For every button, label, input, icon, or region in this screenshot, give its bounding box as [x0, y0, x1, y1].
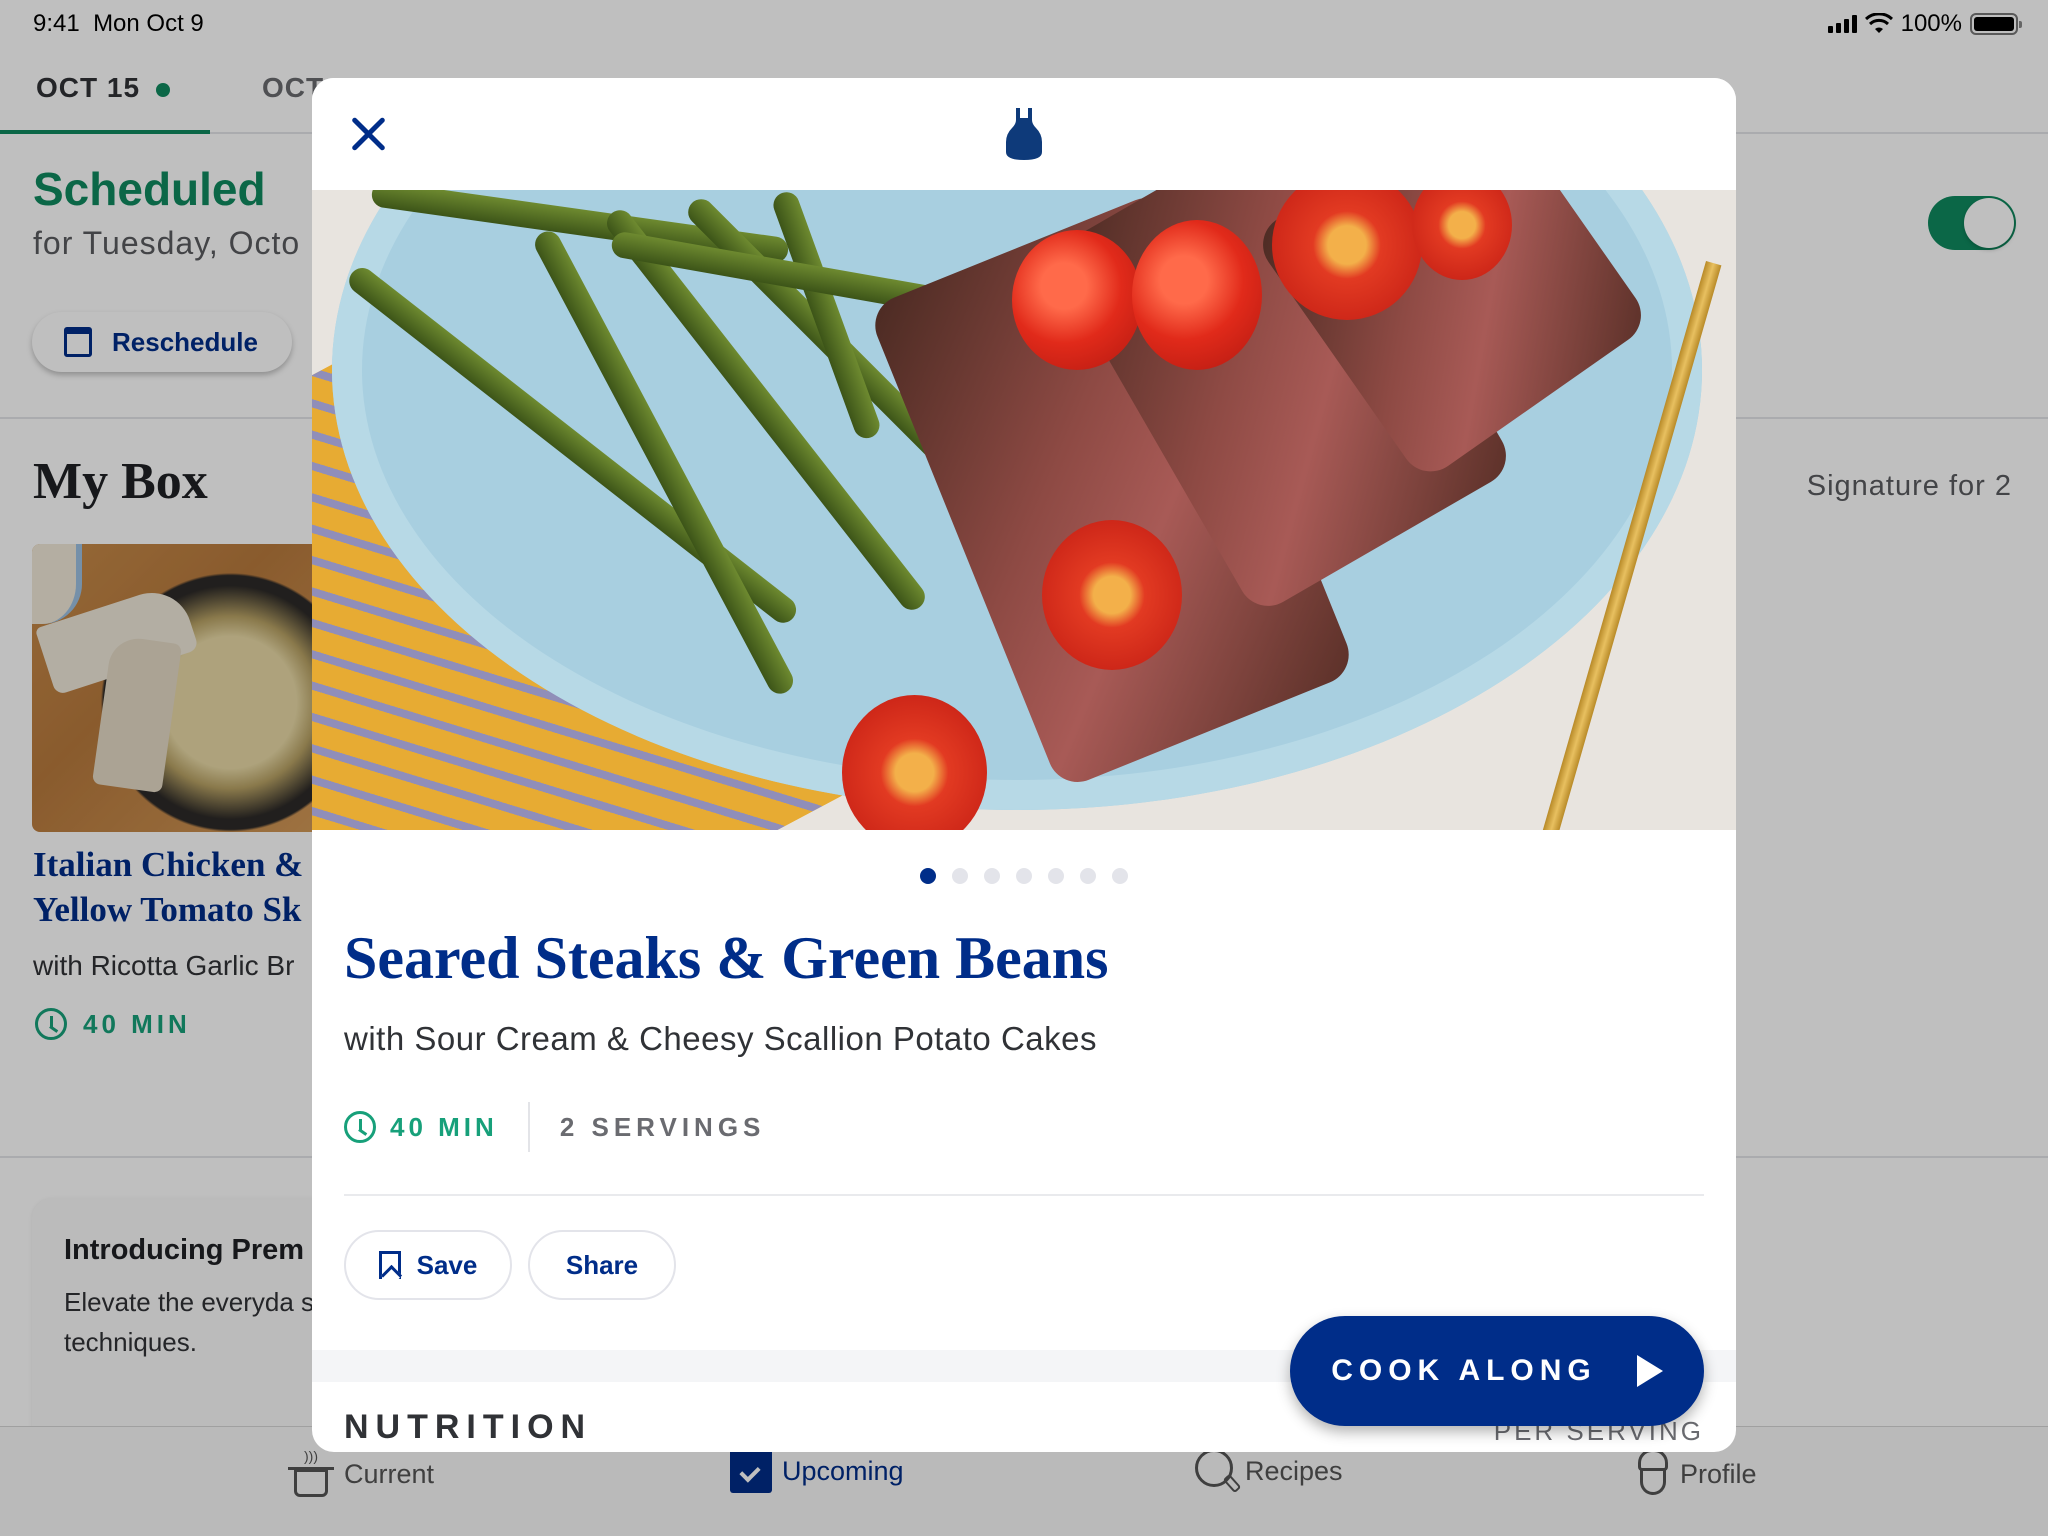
recipe-time: 40 MIN [344, 1102, 530, 1152]
nutrition-heading: NUTRITION [344, 1408, 593, 1446]
share-button[interactable]: Share [528, 1230, 676, 1300]
save-button[interactable]: Save [344, 1230, 512, 1300]
carousel-dot[interactable] [952, 868, 968, 884]
close-icon[interactable] [348, 114, 388, 154]
recipe-title: Seared Steaks & Green Beans [344, 925, 1109, 991]
carousel-dot[interactable] [1048, 868, 1064, 884]
image-tomato [1132, 220, 1262, 370]
image-tomato [1012, 230, 1142, 370]
carousel-dot[interactable] [1080, 868, 1096, 884]
carousel-dot[interactable] [1016, 868, 1032, 884]
recipe-subtitle: with Sour Cream & Cheesy Scallion Potato… [344, 1020, 1097, 1057]
apron-logo [1006, 108, 1042, 160]
play-icon [1636, 1355, 1663, 1387]
modal-header [312, 78, 1736, 190]
recipe-modal: Seared Steaks & Green Beans with Sour Cr… [312, 78, 1736, 1452]
image-tomato [1042, 520, 1182, 670]
cook-along-button[interactable]: COOK ALONG [1290, 1316, 1704, 1426]
recipe-hero-image[interactable] [312, 190, 1736, 830]
carousel-dot[interactable] [984, 868, 1000, 884]
carousel-indicator[interactable] [312, 868, 1736, 884]
clock-icon [344, 1111, 376, 1143]
bookmark-icon [378, 1251, 401, 1279]
recipe-servings: 2 SERVINGS [559, 1111, 766, 1142]
carousel-dot[interactable] [920, 868, 936, 884]
divider [344, 1194, 1704, 1196]
recipe-meta: 40 MIN 2 SERVINGS [344, 1102, 765, 1152]
carousel-dot[interactable] [1112, 868, 1128, 884]
